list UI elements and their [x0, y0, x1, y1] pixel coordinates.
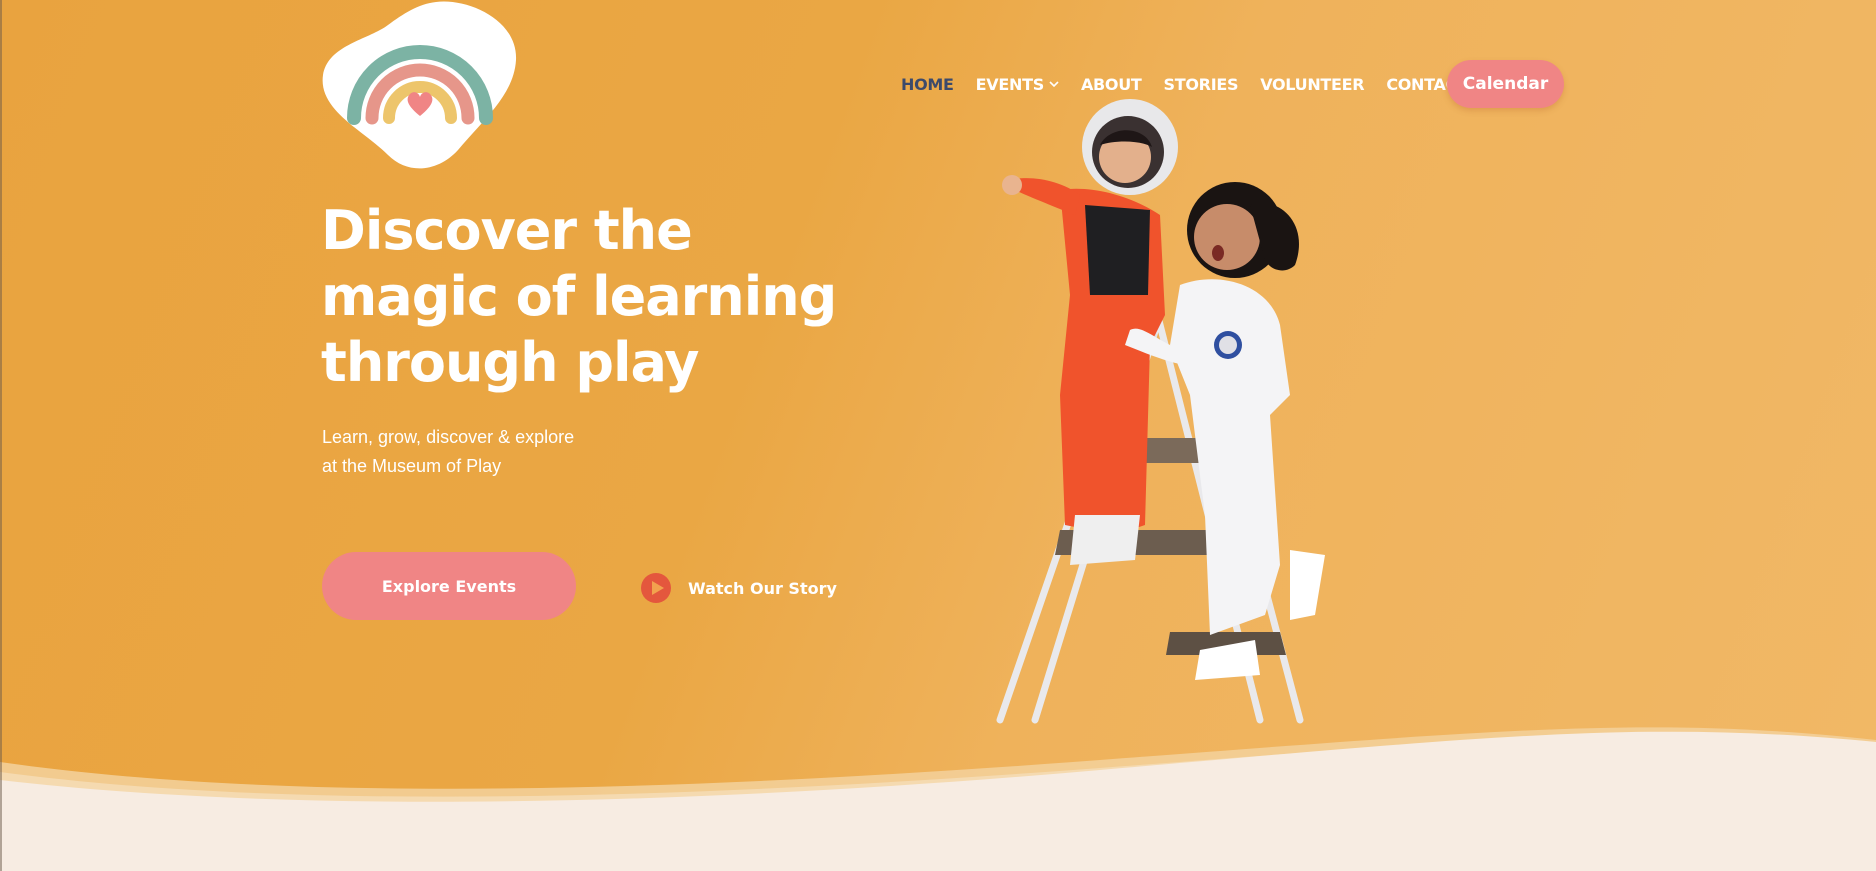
headline-line: Discover the — [321, 199, 693, 262]
nav-item-about[interactable]: ABOUT — [1081, 75, 1142, 94]
rainbow-heart-logo[interactable] — [318, 0, 524, 175]
hero-headline: Discover the magic of learning through p… — [321, 198, 841, 396]
explore-events-button[interactable]: Explore Events — [322, 552, 576, 620]
left-edge — [0, 0, 2, 871]
watch-our-story-link[interactable]: Watch Our Story — [640, 572, 837, 604]
nav-item-home[interactable]: HOME — [901, 75, 954, 94]
headline-line: magic of learning — [321, 265, 837, 328]
main-nav: HOME EVENTS ABOUT STORIES VOLUNTEER CONT… — [901, 72, 1490, 96]
headline-line: through play — [321, 331, 699, 394]
nav-item-volunteer[interactable]: VOLUNTEER — [1260, 75, 1364, 94]
nav-item-events[interactable]: EVENTS — [976, 75, 1059, 94]
chevron-down-icon — [1049, 81, 1059, 88]
hero-subtitle: Learn, grow, discover & explore at the M… — [322, 423, 642, 481]
play-circle-icon — [641, 573, 671, 603]
nav-item-stories[interactable]: STORIES — [1164, 75, 1239, 94]
wave-divider — [0, 727, 1876, 871]
kids-astronauts-image — [996, 99, 1325, 724]
subtitle-line: at the Museum of Play — [322, 456, 502, 476]
nav-item-events-label: EVENTS — [975, 74, 1045, 94]
hero-section: HOME EVENTS ABOUT STORIES VOLUNTEER CONT… — [0, 0, 1876, 871]
calendar-button[interactable]: Calendar — [1447, 60, 1564, 108]
watch-our-story-label: Watch Our Story — [688, 578, 837, 598]
subtitle-line: Learn, grow, discover & explore — [322, 427, 575, 447]
